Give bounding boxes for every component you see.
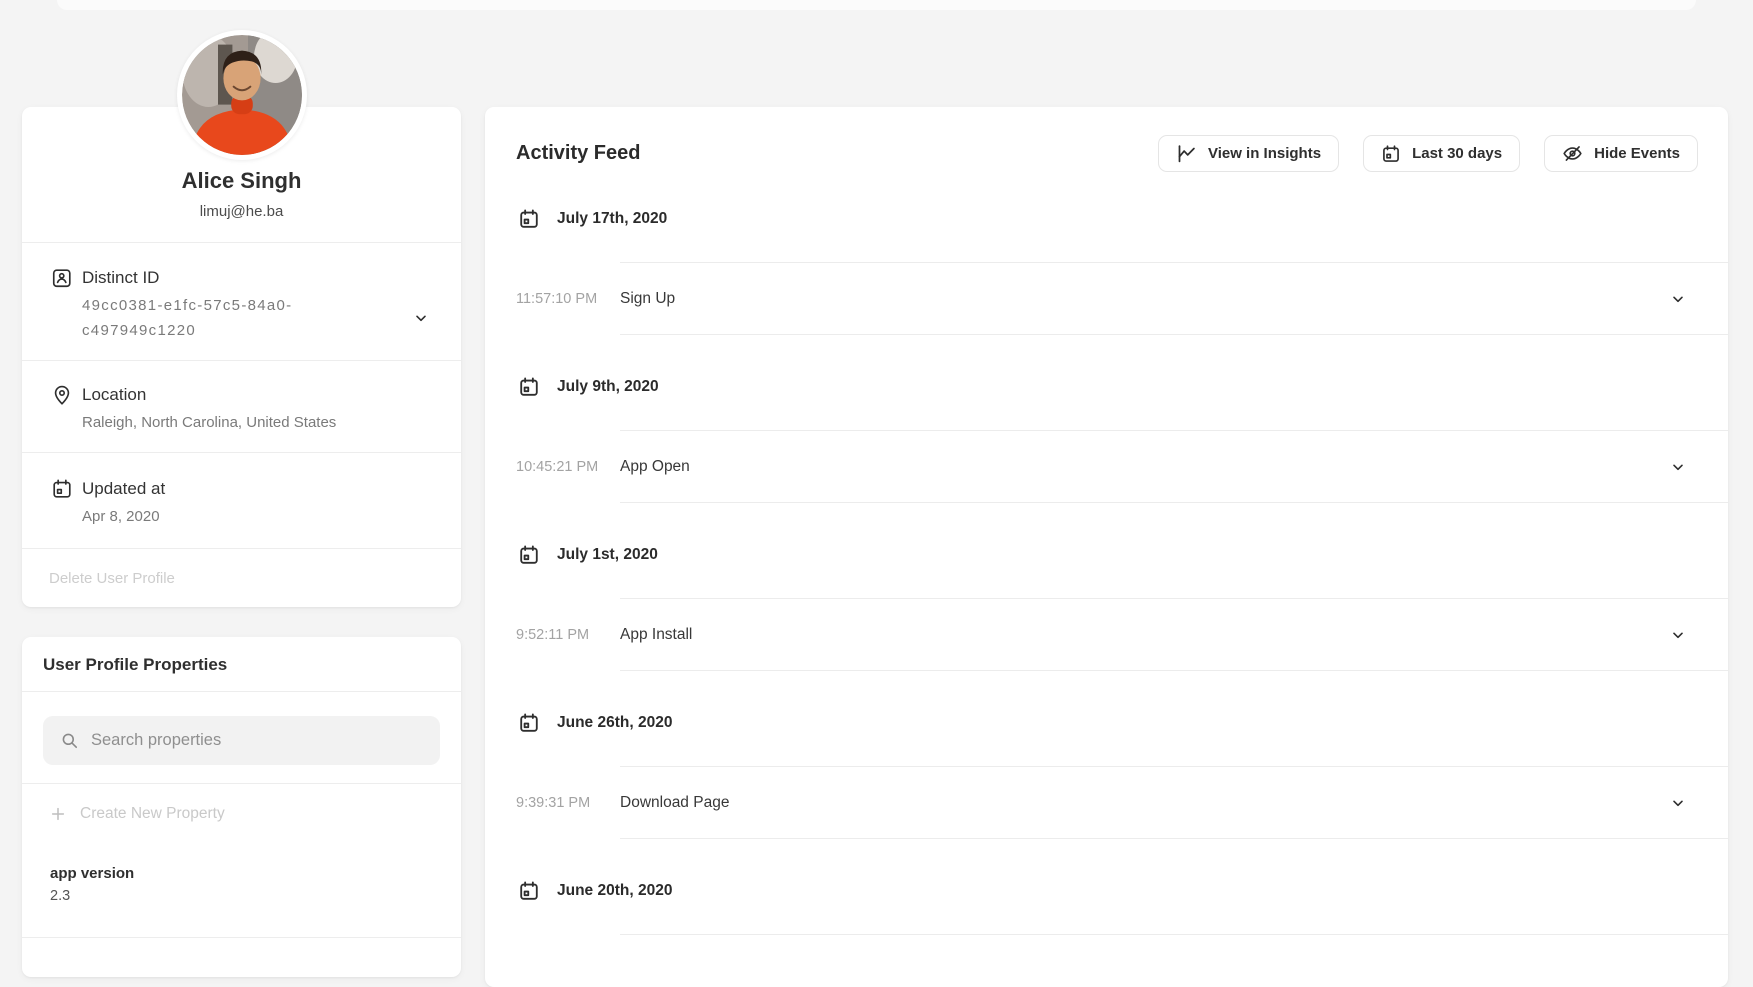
scrolled-header-strip [57, 0, 1696, 10]
delete-user-profile-button[interactable]: Delete User Profile [22, 549, 461, 607]
properties-search-section [22, 692, 461, 784]
last-30-days-button[interactable]: Last 30 days [1363, 135, 1520, 172]
properties-title: User Profile Properties [22, 637, 461, 692]
updated-at-value: Apr 8, 2020 [82, 504, 401, 529]
calendar-icon [518, 544, 540, 566]
event-name: Sign Up [620, 290, 675, 308]
plus-icon [50, 806, 66, 822]
search-icon [60, 731, 79, 750]
event-time: 9:52:11 PM [516, 627, 620, 643]
feed-body: July 17th, 2020 11:57:10 PM Sign Up July… [485, 206, 1728, 935]
property-name: app version [50, 863, 461, 885]
feed-group: July 1st, 2020 9:52:11 PM App Install [485, 542, 1728, 671]
event-row[interactable]: 9:52:11 PM App Install [485, 599, 1728, 670]
calendar-icon [518, 208, 540, 230]
feed-date-label: July 17th, 2020 [557, 210, 667, 228]
user-profile-properties-card: User Profile Properties Create New Prope… [22, 637, 461, 977]
search-properties-input[interactable] [43, 716, 440, 765]
field-location: Location Raleigh, North Carolina, United… [22, 361, 461, 453]
chevron-down-icon[interactable] [1670, 459, 1686, 475]
feed-date-header: July 1st, 2020 [485, 542, 1728, 568]
calendar-icon [518, 376, 540, 398]
event-row[interactable]: 11:57:10 PM Sign Up [485, 263, 1728, 334]
profile-name: Alice Singh [22, 167, 461, 195]
feed-group: July 9th, 2020 10:45:21 PM App Open [485, 374, 1728, 503]
feed-group: July 17th, 2020 11:57:10 PM Sign Up [485, 206, 1728, 335]
feed-actions: View in Insights Last 30 days Hide Event… [1158, 135, 1698, 172]
feed-group: June 20th, 2020 [485, 878, 1728, 935]
create-new-property-label: Create New Property [80, 805, 225, 823]
button-label: Last 30 days [1412, 145, 1502, 162]
hide-events-button[interactable]: Hide Events [1544, 135, 1698, 172]
profile-email: limuj@he.ba [22, 200, 461, 224]
event-row[interactable]: 9:39:31 PM Download Page [485, 767, 1728, 838]
event-name: App Open [620, 458, 690, 476]
chevron-down-icon[interactable] [1670, 627, 1686, 643]
divider [620, 934, 1728, 935]
feed-date-header: July 9th, 2020 [485, 374, 1728, 400]
feed-group: June 26th, 2020 9:39:31 PM Download Page [485, 710, 1728, 839]
field-updated-at: Updated at Apr 8, 2020 [22, 453, 461, 549]
property-list-item[interactable]: app version 2.3 [50, 863, 461, 907]
button-label: View in Insights [1208, 145, 1321, 162]
field-label: Distinct ID [82, 266, 401, 290]
chevron-down-icon[interactable] [1670, 291, 1686, 307]
button-label: Hide Events [1594, 145, 1680, 162]
feed-date-label: June 20th, 2020 [557, 882, 672, 900]
calendar-icon [51, 478, 73, 500]
calendar-icon [1381, 144, 1401, 164]
feed-date-header: July 17th, 2020 [485, 206, 1728, 232]
divider [22, 937, 461, 938]
create-new-property-button[interactable]: Create New Property [22, 784, 461, 823]
divider [620, 838, 1728, 839]
feed-date-label: July 1st, 2020 [557, 546, 658, 564]
divider [620, 502, 1728, 503]
field-label: Location [82, 383, 401, 407]
search-box[interactable] [43, 716, 440, 765]
chevron-down-icon[interactable] [413, 310, 429, 326]
distinct-id-value: 49cc0381-e1fc-57c5-84a0-c497949c1220 [82, 293, 338, 343]
event-name: Download Page [620, 794, 729, 812]
property-value: 2.3 [50, 885, 461, 907]
user-profile-card: Alice Singh limuj@he.ba Distinct ID 49cc… [22, 107, 461, 607]
event-time: 11:57:10 PM [516, 291, 620, 307]
divider [620, 334, 1728, 335]
feed-date-header: June 26th, 2020 [485, 710, 1728, 736]
event-time: 10:45:21 PM [516, 459, 620, 475]
field-label: Updated at [82, 477, 401, 501]
event-name: App Install [620, 626, 692, 644]
location-value: Raleigh, North Carolina, United States [82, 410, 401, 435]
avatar [177, 30, 307, 160]
feed-date-header: June 20th, 2020 [485, 878, 1728, 904]
calendar-icon [518, 712, 540, 734]
calendar-icon [518, 880, 540, 902]
feed-date-label: June 26th, 2020 [557, 714, 672, 732]
divider [620, 670, 1728, 671]
id-badge-icon [51, 267, 73, 289]
chevron-down-icon[interactable] [1670, 795, 1686, 811]
field-distinct-id: Distinct ID 49cc0381-e1fc-57c5-84a0-c497… [22, 243, 461, 361]
view-in-insights-button[interactable]: View in Insights [1158, 135, 1339, 172]
activity-feed-header: Activity Feed View in Insights Last 30 d… [485, 107, 1728, 172]
location-pin-icon [51, 384, 73, 406]
line-chart-icon [1176, 143, 1197, 164]
activity-feed-card: Activity Feed View in Insights Last 30 d… [485, 107, 1728, 987]
event-time: 9:39:31 PM [516, 795, 620, 811]
feed-date-label: July 9th, 2020 [557, 378, 659, 396]
eye-off-icon [1562, 143, 1583, 164]
event-row[interactable]: 10:45:21 PM App Open [485, 431, 1728, 502]
activity-feed-title: Activity Feed [516, 142, 640, 165]
